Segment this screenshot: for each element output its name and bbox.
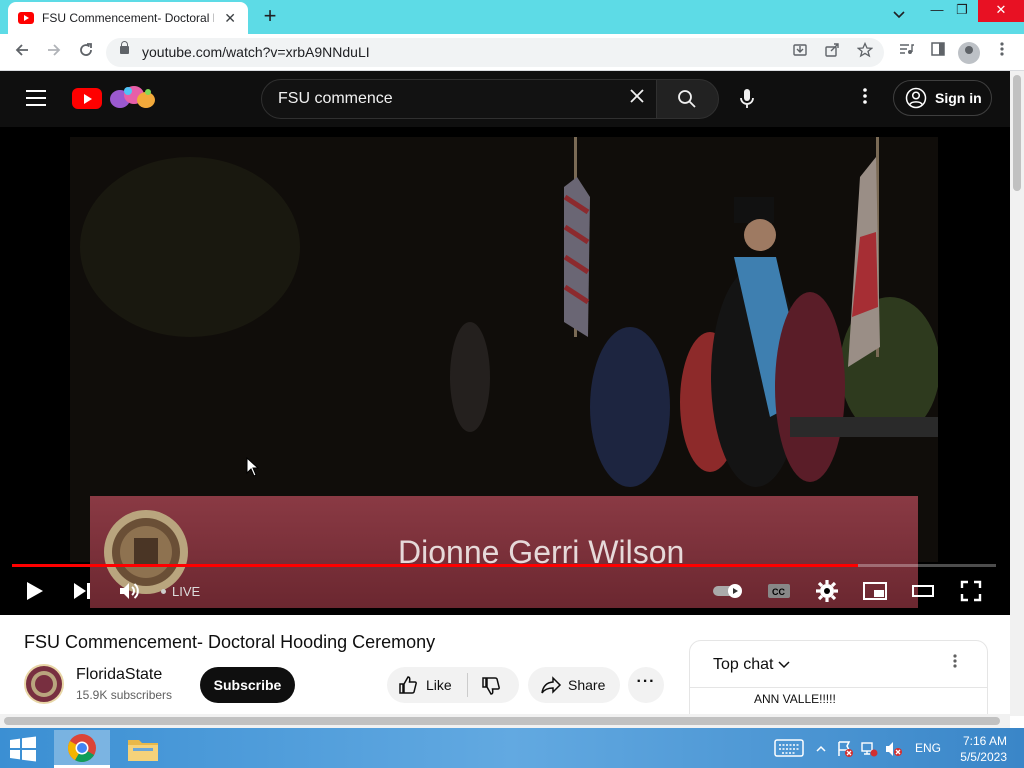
new-tab-button[interactable]: + [258, 5, 282, 29]
flag-alert-icon[interactable] [836, 740, 854, 761]
volume-muted-icon[interactable] [884, 740, 904, 761]
chat-menu-icon[interactable] [952, 653, 958, 674]
share-page-icon[interactable] [821, 42, 843, 64]
microphone-icon [740, 89, 754, 108]
fullscreen-icon[interactable] [959, 579, 987, 603]
taskbar-chrome-icon[interactable] [54, 730, 110, 768]
address-bar[interactable]: youtube.com/watch?v=xrbA9NNduLI [106, 38, 884, 67]
player-controls: LIVE CC [0, 571, 1010, 611]
tab-close-icon[interactable]: ✕ [222, 10, 238, 27]
browser-tab-strip: FSU Commencement- Doctoral Hooding Cerem… [0, 0, 1024, 34]
show-hidden-icons-chevron-icon[interactable] [816, 742, 826, 756]
youtube-header: FSU commence Sign in [0, 71, 1010, 127]
live-label[interactable]: LIVE [172, 584, 200, 599]
play-icon[interactable] [22, 579, 50, 603]
more-actions-button[interactable]: ··· [628, 667, 664, 703]
next-icon[interactable] [70, 579, 98, 603]
progress-bar-played [12, 564, 859, 567]
chevron-down-icon [778, 661, 790, 669]
like-label: Like [426, 677, 452, 693]
guide-menu-icon[interactable] [26, 90, 46, 106]
thumbs-down-icon [482, 677, 500, 695]
network-icon[interactable] [860, 740, 878, 761]
side-panel-icon[interactable] [926, 41, 950, 65]
miniplayer-icon[interactable] [862, 579, 890, 603]
lock-icon [120, 41, 129, 54]
channel-avatar[interactable] [24, 664, 64, 704]
youtube-favicon-icon [18, 12, 34, 24]
search-input[interactable]: FSU commence [261, 79, 657, 119]
svg-text:CC: CC [772, 587, 785, 597]
back-arrow-icon[interactable] [10, 41, 34, 65]
video-player[interactable]: Dionne Gerri Wilson LIVE CC [0, 127, 1010, 615]
taskbar-clock[interactable]: 7:16 AM 5/5/2023 [957, 733, 1007, 765]
window-restore-button[interactable]: ❐ [947, 0, 977, 22]
chat-mode-dropdown[interactable]: Top chat [713, 656, 790, 674]
bookmark-star-icon[interactable] [854, 41, 876, 64]
like-button[interactable]: Like [387, 667, 467, 703]
theater-mode-icon[interactable] [910, 579, 938, 603]
forward-arrow-icon[interactable] [42, 41, 66, 65]
clock-time: 7:16 AM [962, 734, 1007, 748]
chat-header: Top chat [690, 641, 987, 688]
youtube-doodle-icon[interactable] [108, 83, 158, 113]
input-language-indicator[interactable]: ENG [915, 741, 941, 755]
channel-name[interactable]: FloridaState [76, 666, 162, 684]
page-vertical-scrollbar[interactable] [1010, 71, 1024, 716]
keyboard-icon[interactable] [774, 739, 804, 760]
chat-message: ANN VALLE!!!!! [754, 692, 836, 706]
windows-start-icon[interactable] [8, 736, 38, 762]
like-dislike-group: Like [387, 667, 519, 703]
video-title: FSU Commencement- Doctoral Hooding Cerem… [24, 632, 436, 652]
browser-toolbar: youtube.com/watch?v=xrbA9NNduLI [0, 34, 1024, 71]
media-controls-icon[interactable] [894, 41, 918, 65]
youtube-logo-icon[interactable] [72, 88, 102, 109]
progress-bar[interactable] [12, 564, 996, 567]
share-arrow-icon [541, 676, 562, 694]
profile-avatar-icon[interactable] [958, 42, 980, 64]
chat-mode-label: Top chat [713, 656, 774, 673]
autoplay-toggle[interactable] [711, 579, 747, 603]
thumbs-up-icon [399, 676, 417, 694]
dislike-button[interactable] [468, 667, 519, 703]
reload-icon[interactable] [74, 41, 98, 65]
live-chat-panel: Top chat ANN VALLE!!!!! [689, 640, 988, 720]
tab-title: FSU Commencement- Doctoral Hooding Cerem… [42, 11, 214, 25]
install-app-icon[interactable] [789, 42, 811, 64]
settings-gear-icon[interactable] [815, 579, 843, 603]
window-close-button[interactable]: ✕ [978, 0, 1024, 22]
sign-in-label: Sign in [935, 90, 982, 106]
browser-menu-icon[interactable] [990, 41, 1014, 65]
subscriber-count: 15.9K subscribers [76, 688, 173, 702]
search-button[interactable] [656, 79, 719, 119]
volume-icon[interactable] [117, 579, 145, 603]
captions-icon[interactable]: CC [766, 579, 794, 603]
search-icon [678, 90, 696, 108]
settings-menu-icon[interactable] [855, 87, 875, 111]
subscribe-button[interactable]: Subscribe [200, 667, 295, 703]
account-circle-icon [905, 87, 927, 109]
voice-search-button[interactable] [727, 79, 767, 119]
sign-in-button[interactable]: Sign in [893, 80, 992, 116]
clear-search-icon[interactable] [628, 87, 646, 111]
vertical-scroll-thumb[interactable] [1013, 75, 1021, 191]
share-button[interactable]: Share [528, 667, 620, 703]
live-indicator-dot [161, 589, 166, 594]
page-horizontal-scrollbar[interactable] [0, 714, 1010, 728]
windows-taskbar: ENG 7:16 AM 5/5/2023 [0, 728, 1024, 768]
tab-search-chevron-icon[interactable] [892, 9, 906, 23]
search-input-value: FSU commence [278, 90, 393, 107]
url-text: youtube.com/watch?v=xrbA9NNduLI [142, 44, 370, 60]
browser-tab-active[interactable]: FSU Commencement- Doctoral Hooding Cerem… [8, 2, 248, 34]
horizontal-scroll-thumb[interactable] [4, 717, 1000, 725]
share-label: Share [568, 677, 606, 693]
taskbar-file-explorer-icon[interactable] [115, 730, 171, 768]
clock-date: 5/5/2023 [960, 750, 1007, 764]
